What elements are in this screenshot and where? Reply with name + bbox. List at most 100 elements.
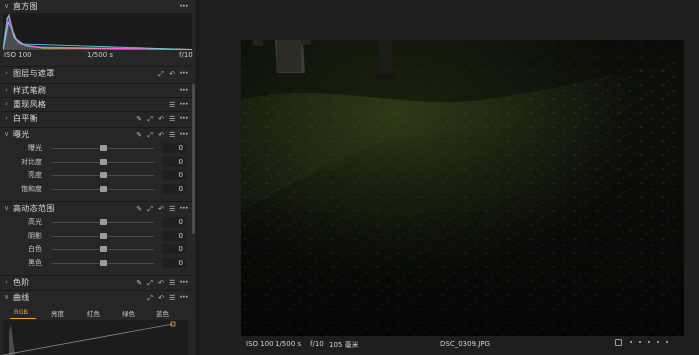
picker-icon[interactable]: ✎	[135, 205, 143, 213]
chevron-right-icon[interactable]: ›	[3, 67, 10, 80]
more-icon[interactable]: ···	[179, 69, 188, 78]
chevron-right-icon[interactable]: ›	[3, 84, 10, 97]
slider-value: 0	[178, 144, 183, 152]
rating-dot-3[interactable]	[648, 341, 650, 343]
reset-icon[interactable]: ↶	[157, 294, 165, 302]
presets-icon[interactable]: ☰	[168, 101, 176, 109]
slider-thumb[interactable]	[99, 246, 107, 252]
slider-label: 对比度	[21, 157, 42, 166]
section-styles[interactable]: › 样式笔刷 ···	[0, 83, 192, 96]
section-curve[interactable]: ∨ 曲线 ⤢ ↶ ☰ ···	[0, 290, 192, 303]
presets-icon[interactable]: ☰	[168, 294, 176, 302]
presets-icon[interactable]: ☰	[168, 279, 176, 287]
chevron-down-icon[interactable]: ∨	[3, 291, 10, 304]
expand-icon[interactable]: ⤢	[146, 115, 154, 123]
slider-thumb[interactable]	[99, 158, 107, 165]
slider-value: 0	[178, 258, 183, 267]
section-white-balance[interactable]: › 白平衡 ✎ ⤢ ↶ ☰ ···	[0, 111, 192, 124]
histogram-header[interactable]: ∨ 直方图 ···	[0, 0, 192, 13]
slider-label: 白色	[28, 245, 42, 253]
more-icon[interactable]: ···	[179, 130, 188, 139]
tab-curve-luma[interactable]: 亮度	[51, 308, 64, 318]
slider-row: 饱和度 0	[0, 183, 192, 196]
rating-dot-5[interactable]	[666, 341, 668, 343]
color-tag-box[interactable]	[615, 339, 622, 346]
presets-icon[interactable]: ☰	[168, 131, 176, 139]
more-icon[interactable]: ···	[179, 293, 188, 302]
slider-value: 0	[178, 231, 183, 240]
chevron-down-icon[interactable]: ∨	[3, 128, 10, 141]
chevron-right-icon[interactable]: ›	[3, 98, 10, 111]
slider-thumb[interactable]	[99, 232, 107, 239]
reset-icon[interactable]: ↶	[157, 205, 165, 213]
status-filename: DSC_0309.JPG	[440, 340, 490, 348]
more-icon[interactable]: ···	[179, 100, 188, 109]
reset-icon[interactable]: ↶	[157, 115, 165, 123]
slider-value: 0	[178, 218, 183, 226]
adjustments-panel: ∨ 直方图 ··· ISO 100 1/500 s f/10 › 图层与遮罩 ⤢…	[0, 0, 197, 355]
more-icon[interactable]: ···	[179, 204, 188, 213]
slider-row: 阴影 0	[0, 230, 192, 243]
section-recolor[interactable]: › 重现风格 ☰ ···	[0, 97, 192, 110]
section-layers[interactable]: › 图层与遮罩 ⤢ ↶ ···	[0, 66, 192, 79]
slider-value: 0	[178, 157, 183, 166]
slider-thumb[interactable]	[99, 172, 107, 178]
slider-value-field[interactable]: 0	[162, 170, 186, 180]
panel-scrollbar[interactable]	[192, 84, 195, 234]
reset-icon[interactable]: ↶	[157, 279, 165, 287]
picker-icon[interactable]: ✎	[135, 131, 143, 139]
slider-value-field[interactable]: 0	[162, 183, 186, 194]
presets-icon[interactable]: ☰	[168, 205, 176, 213]
presets-icon[interactable]: ☰	[168, 115, 176, 123]
status-iso: ISO 100	[246, 340, 274, 348]
expand-icon[interactable]: ⤢	[146, 294, 154, 302]
expand-icon[interactable]: ⤢	[146, 279, 154, 287]
photo-preview[interactable]	[241, 40, 684, 336]
picker-icon[interactable]: ✎	[135, 115, 143, 123]
tab-curve-green[interactable]: 绿色	[122, 308, 135, 318]
slider-thumb[interactable]	[99, 185, 107, 192]
slider-value-field[interactable]: 0	[162, 257, 186, 268]
tab-curve-blue[interactable]: 蓝色	[156, 308, 169, 318]
histogram-exif: ISO 100 1/500 s f/10	[3, 51, 193, 61]
chevron-right-icon[interactable]: ›	[3, 112, 10, 125]
slider-label: 高光	[28, 218, 42, 226]
more-icon[interactable]: ···	[179, 2, 188, 11]
expand-icon[interactable]: ⤢	[157, 70, 165, 78]
more-icon[interactable]: ···	[179, 278, 188, 287]
section-exposure[interactable]: ∨ 曝光 ✎ ⤢ ↶ ☰ ···	[0, 127, 192, 140]
section-title-exposure: 曝光	[13, 129, 30, 139]
reset-icon[interactable]: ↶	[157, 131, 165, 139]
slider-value-field[interactable]: 0	[162, 217, 186, 227]
rating-dot-2[interactable]	[639, 341, 641, 343]
slider-value: 0	[178, 245, 183, 253]
section-levels[interactable]: › 色阶 ✎ ⤢ ↶ ☰ ···	[0, 275, 192, 288]
slider-thumb[interactable]	[99, 219, 107, 225]
chevron-right-icon[interactable]: ›	[3, 276, 10, 289]
slider-value-field[interactable]: 0	[162, 230, 186, 241]
chevron-down-icon[interactable]: ∨	[3, 202, 10, 215]
slider-thumb[interactable]	[99, 259, 107, 266]
tab-curve-rgb[interactable]: RGB	[14, 308, 28, 316]
slider-row: 亮度 0	[0, 169, 192, 182]
curve-editor[interactable]	[2, 320, 188, 355]
status-shutter: 1/500 s	[275, 340, 302, 348]
rating-dot-4[interactable]	[657, 341, 659, 343]
slider-value-field[interactable]: 0	[162, 143, 186, 153]
section-title-histogram: 直方图	[13, 2, 38, 11]
section-title-layers: 图层与遮罩	[13, 68, 55, 78]
reset-icon[interactable]: ↶	[168, 70, 176, 78]
slider-value-field[interactable]: 0	[162, 244, 186, 254]
slider-value-field[interactable]: 0	[162, 156, 186, 167]
tab-curve-red[interactable]: 红色	[87, 308, 100, 318]
rating-dot-1[interactable]	[630, 341, 632, 343]
more-icon[interactable]: ···	[179, 114, 188, 123]
slider-thumb[interactable]	[99, 145, 107, 151]
expand-icon[interactable]: ⤢	[146, 205, 154, 213]
slider-row: 黑色 0	[0, 257, 192, 270]
more-icon[interactable]: ···	[179, 86, 188, 95]
picker-icon[interactable]: ✎	[135, 279, 143, 287]
chevron-down-icon[interactable]: ∨	[3, 0, 10, 13]
section-hdr[interactable]: ∨ 高动态范围 ✎ ⤢ ↶ ☰ ···	[0, 201, 192, 214]
expand-icon[interactable]: ⤢	[146, 131, 154, 139]
